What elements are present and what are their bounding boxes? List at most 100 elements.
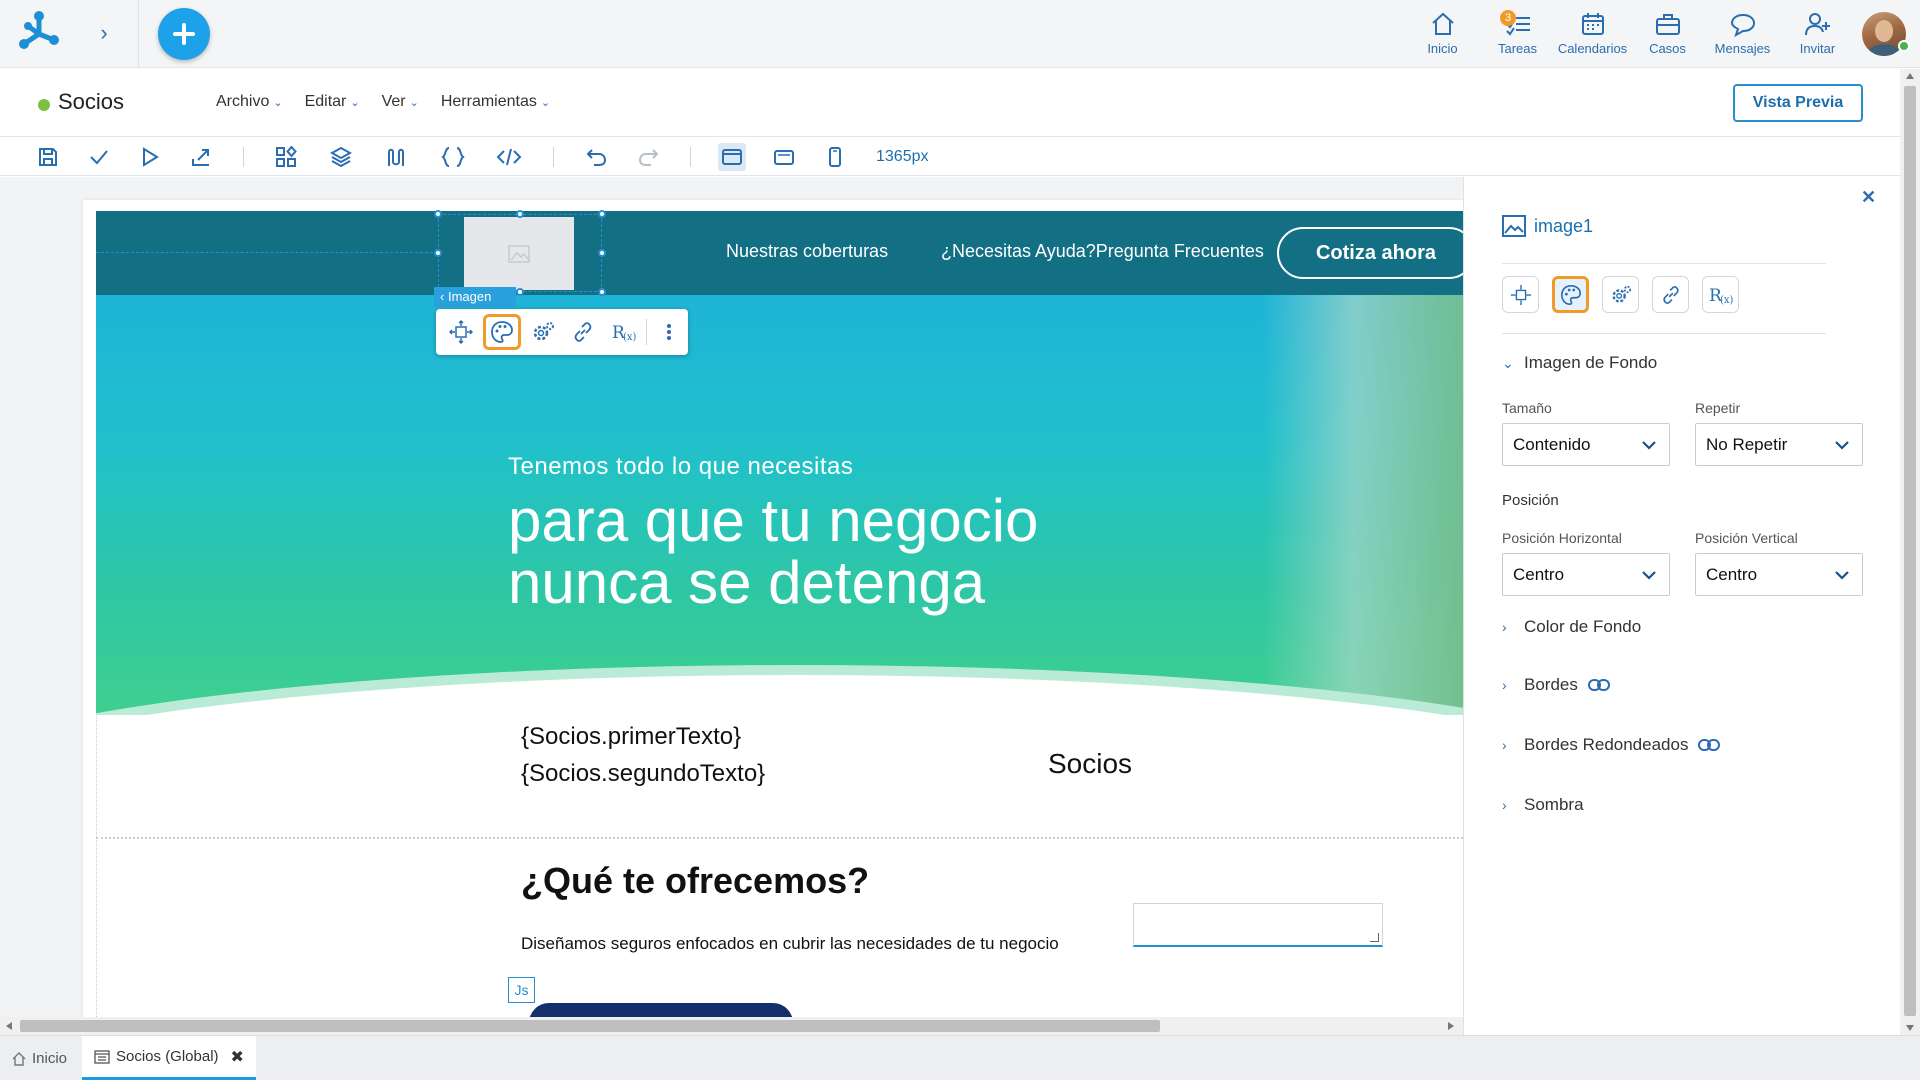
section-imagen-de-fondo[interactable]: ⌄ Imagen de Fondo	[1502, 353, 1657, 373]
scroll-down-arrow-icon[interactable]	[1906, 1025, 1914, 1031]
chevron-down-icon: ⌄	[540, 96, 551, 109]
scrollbar-thumb[interactable]	[1904, 86, 1916, 1016]
menu-archivo[interactable]: Archivo ⌄	[216, 93, 283, 111]
tablet-view-icon[interactable]	[770, 143, 798, 171]
tab-settings-gears-icon[interactable]	[1602, 276, 1639, 313]
nav-label: Calendarios	[1557, 41, 1628, 56]
nav-link-ayuda[interactable]: ¿Necesitas Ayuda?Pregunta Frecuentes	[941, 241, 1264, 262]
vertical-scrollbar[interactable]	[1900, 69, 1920, 1035]
menu-editar[interactable]: Editar ⌄	[305, 93, 360, 111]
tab-inicio[interactable]: Inicio	[0, 1036, 79, 1080]
section-color-de-fondo[interactable]: › Color de Fondo	[1502, 617, 1641, 637]
hero-title[interactable]: para que tu negocio nunca se detenga	[508, 490, 1208, 614]
flow-icon[interactable]	[382, 143, 410, 171]
preview-button[interactable]: Vista Previa	[1733, 84, 1863, 122]
layers-icon[interactable]	[327, 143, 355, 171]
position-vertical-value: Centro	[1706, 564, 1758, 584]
scrollbar-thumb[interactable]	[20, 1020, 1160, 1032]
redo-icon[interactable]	[634, 143, 662, 171]
section-sombra[interactable]: › Sombra	[1502, 795, 1584, 815]
js-script-tag[interactable]: Js	[508, 977, 535, 1003]
code-icon[interactable]	[495, 143, 523, 171]
size-select[interactable]: Contenido	[1502, 423, 1670, 466]
components-icon[interactable]	[272, 143, 300, 171]
home-icon	[12, 1051, 26, 1066]
add-new-button[interactable]	[158, 8, 210, 60]
run-play-icon[interactable]	[136, 143, 164, 171]
chevron-down-icon	[1835, 571, 1849, 580]
settings-gears-icon[interactable]	[524, 314, 562, 350]
resize-handle[interactable]	[598, 249, 606, 257]
section-bordes-redondeados[interactable]: › Bordes Redondeados	[1502, 735, 1721, 755]
tab-style-palette-icon[interactable]	[1552, 276, 1589, 313]
textarea-field[interactable]	[1133, 903, 1383, 947]
resize-handle[interactable]	[598, 288, 606, 296]
menu-bar: Archivo ⌄ Editar ⌄ Ver ⌄ Herramientas ⌄	[216, 93, 550, 111]
chevron-down-icon	[1642, 571, 1656, 580]
position-horizontal-label: Posición Horizontal	[1502, 530, 1622, 546]
nav-invitar[interactable]: Invitar	[1780, 8, 1855, 60]
resize-handle[interactable]	[516, 288, 524, 296]
dark-button[interactable]	[529, 1003, 793, 1017]
scroll-right-arrow-icon[interactable]	[1448, 1022, 1454, 1030]
scroll-left-arrow-icon[interactable]	[6, 1022, 12, 1030]
close-icon[interactable]: ✕	[1861, 187, 1876, 208]
more-vertical-icon[interactable]	[650, 314, 688, 350]
nav-tareas[interactable]: 3 Tareas	[1480, 8, 1555, 60]
tab-label: Socios (Global)	[116, 1048, 219, 1065]
link-chain-icon	[1698, 739, 1721, 751]
menu-ver[interactable]: Ver ⌄	[382, 93, 419, 111]
divider	[1502, 263, 1826, 264]
cotiza-ahora-button[interactable]: Cotiza ahora	[1277, 227, 1463, 279]
validate-check-icon[interactable]	[85, 143, 113, 171]
tab-label: Inicio	[32, 1050, 68, 1067]
nav-casos[interactable]: Casos	[1630, 8, 1705, 60]
home-icon	[1431, 12, 1454, 35]
offer-paragraph[interactable]: Diseñamos seguros enfocados en cubrir la…	[521, 934, 1059, 954]
nav-calendarios[interactable]: Calendarios	[1555, 8, 1630, 60]
app-logo-icon[interactable]	[14, 10, 64, 56]
tab-move-icon[interactable]	[1502, 276, 1539, 313]
position-vertical-select[interactable]: Centro	[1695, 553, 1863, 596]
mobile-view-icon[interactable]	[821, 143, 849, 171]
tab-rules-rx-icon[interactable]: R (x)	[1702, 276, 1739, 313]
tab-socios-global[interactable]: Socios (Global) ✖	[82, 1036, 256, 1080]
horizontal-scrollbar[interactable]	[0, 1017, 1463, 1035]
resize-handle[interactable]	[516, 210, 524, 218]
selection-box[interactable]	[438, 214, 602, 292]
expand-menu-chevron-icon[interactable]: ›	[92, 20, 116, 46]
tab-link-icon[interactable]	[1652, 276, 1689, 313]
nav-mensajes[interactable]: Mensajes	[1705, 8, 1780, 60]
site-navbar[interactable]: Nuestras coberturas ¿Necesitas Ayuda?Pre…	[96, 211, 1463, 295]
nav-link-coberturas[interactable]: Nuestras coberturas	[726, 241, 888, 262]
element-type-tag[interactable]: ‹ Imagen	[434, 287, 516, 307]
offer-heading[interactable]: ¿Qué te ofrecemos?	[521, 860, 869, 902]
section-divider	[96, 837, 1463, 839]
save-icon[interactable]	[34, 143, 62, 171]
template-text-block[interactable]: {Socios.primerTexto} {Socios.segundoText…	[521, 718, 765, 792]
move-arrows-icon[interactable]	[442, 314, 480, 350]
scroll-up-arrow-icon[interactable]	[1906, 73, 1914, 79]
hero-subtitle[interactable]: Tenemos todo lo que necesitas	[508, 453, 853, 481]
close-tab-icon[interactable]: ✖	[231, 1047, 244, 1067]
rules-rx-icon[interactable]: R (x)	[605, 314, 643, 350]
status-dot	[38, 99, 50, 111]
menu-herramientas[interactable]: Herramientas ⌄	[441, 93, 550, 111]
resize-handle[interactable]	[598, 210, 606, 218]
link-icon[interactable]	[565, 314, 603, 350]
resize-handle[interactable]	[434, 210, 442, 218]
style-palette-icon[interactable]	[482, 314, 521, 350]
page-name-text[interactable]: Socios	[1048, 748, 1132, 780]
menu-label: Editar	[304, 93, 347, 110]
nav-inicio[interactable]: Inicio	[1405, 8, 1480, 60]
repeat-label: Repetir	[1695, 400, 1741, 416]
variables-braces-icon[interactable]	[439, 143, 467, 171]
chevron-down-icon	[1835, 441, 1849, 450]
undo-icon[interactable]	[583, 143, 611, 171]
section-bordes[interactable]: › Bordes	[1502, 675, 1610, 695]
desktop-view-icon[interactable]	[718, 143, 746, 171]
position-horizontal-select[interactable]: Centro	[1502, 553, 1670, 596]
resize-handle[interactable]	[434, 249, 442, 257]
repeat-select[interactable]: No Repetir	[1695, 423, 1863, 466]
publish-icon[interactable]	[187, 143, 215, 171]
